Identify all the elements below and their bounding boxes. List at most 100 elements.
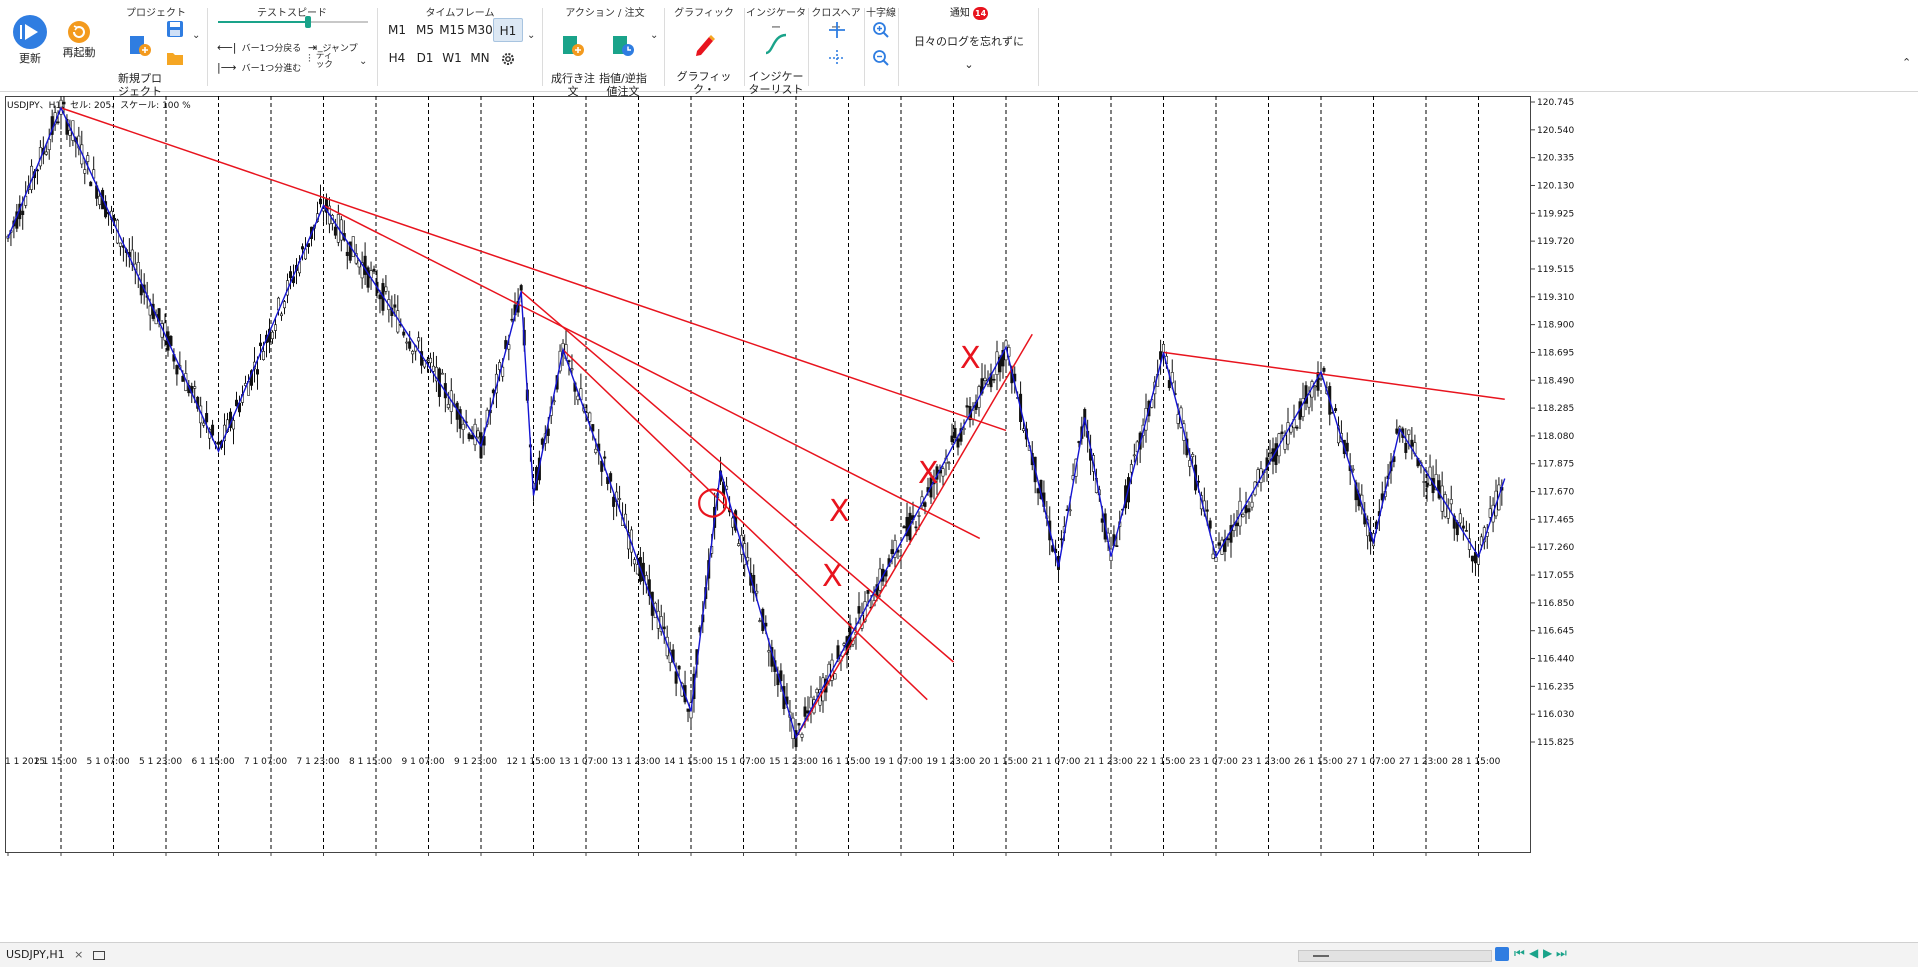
open-folder-icon[interactable] [166,50,184,66]
scroll-prev-icon[interactable]: ◀ [1529,946,1538,960]
candle-body [635,564,639,575]
notification-message[interactable]: 日々のログを忘れずに [900,33,1038,49]
candle-body [279,313,283,317]
timeframe-w1[interactable]: W1 [437,46,467,70]
back-one-bar-button[interactable]: ⟵| バー1つ分戻る [217,36,301,55]
price-label: 117.875 [1537,460,1574,470]
cross-mark: X [822,559,843,594]
candle-body [540,438,544,445]
candle-body [576,395,580,401]
circle-mark: ○ [696,478,729,522]
candle-body [1395,428,1399,434]
candle-body [767,650,771,653]
time-label: 28 1 15:00 [1452,757,1501,767]
price-label: 116.235 [1537,682,1574,692]
price-label: 117.055 [1537,571,1574,581]
collapse-ribbon-chevron-icon[interactable]: ⌃ [1902,56,1911,69]
candle-body [467,433,471,439]
crosshair-dotted-icon[interactable] [828,49,846,67]
scrollbar-thumb[interactable] [1313,955,1329,957]
separator [664,8,665,86]
candle-body [339,219,343,241]
window-restore-icon[interactable] [92,950,105,960]
candle-body [965,405,969,408]
candle-body [746,557,750,562]
timeframe-settings-gear-icon[interactable] [500,51,516,67]
crosshair-group: クロスヘアー [810,0,862,90]
scroll-last-icon[interactable]: ⏭ [1556,946,1567,961]
forward-one-bar-button[interactable]: |⟶ バー1つ分進む [217,56,301,75]
timeframe-h4[interactable]: H4 [382,46,412,70]
candle-body [1100,518,1104,523]
close-tab-icon[interactable]: × [74,948,83,961]
notification-badge[interactable]: 14 [973,7,989,20]
time-label: 7 1 23:00 [297,757,340,767]
scroll-next-icon[interactable]: ▶ [1543,946,1552,960]
action-order-title: アクション / 注文 [565,8,645,19]
timeframe-mn[interactable]: MN [465,46,495,70]
candle-body [1132,454,1136,457]
chart-info-label: USDJPY、H1、セル: 205、スケール: 100 % [7,100,191,111]
chart-area[interactable]: 120.745 120.540 120.335 120.130 119.925 119.7… [5,86,1918,934]
tick-button[interactable]: ⫶ ティ ック [308,52,333,71]
save-icon[interactable] [166,20,184,38]
candle-body [800,734,804,738]
candle-body [405,341,409,344]
candle-body [86,155,90,162]
price-chart[interactable]: 120.745 120.540 120.335 120.130 119.925 119.7… [5,86,1918,934]
candle-body [372,268,376,272]
candle-body [1404,442,1408,453]
action-order-group: アクション / 注文 成行き注 文 指値/逆指 値注文 ⌄ [546,0,664,98]
time-label: 20 1 15:00 [979,757,1028,767]
time-label: 14 1 15:00 [664,757,713,767]
speed-dropdown-chevron-icon[interactable]: ⌄ [359,56,367,67]
candle-body [408,341,412,349]
timeframe-m5[interactable]: M5 [410,18,440,42]
candle-body [677,665,681,670]
order-dropdown-chevron-icon[interactable]: ⌄ [650,30,658,41]
separator [864,8,865,86]
scroll-first-icon[interactable]: ⏮ [1514,946,1525,961]
cross-mark: X [960,341,981,376]
timeframe-m15[interactable]: M15 [437,18,467,42]
timeframe-m1[interactable]: M1 [382,18,412,42]
candle-body [618,498,622,500]
zoom-out-icon[interactable] [872,49,890,67]
horizontal-scrollbar[interactable] [1298,950,1492,962]
notification-chevron-icon[interactable]: ⌄ [900,58,1038,71]
speed-slider-thumb[interactable] [305,16,311,28]
candle-body [570,368,574,371]
candle-body [300,246,304,250]
chart-tab-label: USDJPY,H1 [6,948,65,961]
timeframe-m30[interactable]: M30 [465,18,495,42]
save-dropdown-chevron-icon[interactable]: ⌄ [192,30,200,41]
candle-body [1197,480,1201,483]
timeframe-d1[interactable]: D1 [410,46,440,70]
candle-body [1176,414,1180,424]
candle-body [797,723,801,726]
timeframe-dropdown-chevron-icon[interactable]: ⌄ [527,30,535,41]
price-label: 115.825 [1537,738,1574,748]
limit-stop-order-label: 指値/逆指 値注文 [599,72,647,98]
print-icon[interactable] [1495,947,1509,961]
candle-body [1268,452,1272,454]
price-label: 117.260 [1537,543,1574,553]
price-label: 117.670 [1537,488,1574,498]
candle-body [815,689,819,694]
candle-body [803,706,807,717]
chart-tab-usdjpy-h1[interactable]: USDJPY,H1 × [6,948,105,961]
refresh-button[interactable]: 更新 [8,14,52,65]
candle-body [1191,454,1195,457]
time-label: 12 1 15:00 [507,757,556,767]
time-label: 23 1 07:00 [1189,757,1238,767]
restart-button[interactable]: 再起動 [58,20,100,59]
candle-body [1162,343,1166,353]
timeframe-h1[interactable]: H1 [493,18,523,42]
candle-body [273,324,277,331]
candle-body [956,438,960,448]
price-label: 116.645 [1537,627,1574,637]
speed-slider[interactable] [218,16,368,28]
candle-body [1059,538,1063,541]
zoom-in-icon[interactable] [872,21,890,39]
crosshair-icon[interactable] [828,21,846,39]
